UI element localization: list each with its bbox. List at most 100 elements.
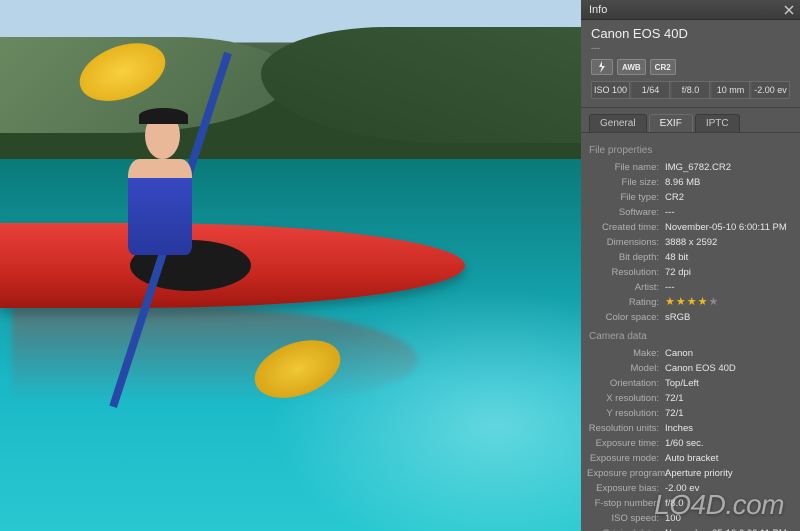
property-row: Y resolution:72/1 bbox=[587, 406, 794, 421]
shutter-value: 1/64 bbox=[632, 82, 670, 98]
panel-header: Canon EOS 40D --- AWB CR2 ISO 100 1/64 f… bbox=[581, 20, 800, 108]
property-value: Aperture priority bbox=[665, 468, 794, 479]
property-key: Exposure bias: bbox=[587, 483, 665, 494]
property-row: Orientation:Top/Left bbox=[587, 376, 794, 391]
property-row: X resolution:72/1 bbox=[587, 391, 794, 406]
section-camera-data: Camera data bbox=[589, 331, 794, 342]
info-panel: Info Canon EOS 40D --- AWB CR2 ISO 100 1… bbox=[581, 0, 800, 531]
property-value: --- bbox=[665, 282, 794, 293]
property-row: Bit depth:48 bit bbox=[587, 250, 794, 265]
tab-general[interactable]: General bbox=[589, 114, 647, 132]
property-key: Make: bbox=[587, 348, 665, 359]
ev-value: -2.00 ev bbox=[752, 82, 789, 98]
property-key: Dimensions: bbox=[587, 237, 665, 248]
property-key: File name: bbox=[587, 162, 665, 173]
property-value: -2.00 ev bbox=[665, 483, 794, 494]
format-badge: CR2 bbox=[650, 59, 676, 75]
paddle bbox=[29, 53, 436, 425]
property-row: Dimensions:3888 x 2592 bbox=[587, 235, 794, 250]
focal-value: 10 mm bbox=[712, 82, 750, 98]
image-viewport[interactable] bbox=[0, 0, 581, 531]
property-key: Resolution: bbox=[587, 267, 665, 278]
property-row: Created time:November-05-10 6:00:11 PM bbox=[587, 220, 794, 235]
exposure-summary: ISO 100 1/64 f/8.0 10 mm -2.00 ev bbox=[591, 81, 790, 99]
property-row: Exposure program:Aperture priority bbox=[587, 466, 794, 481]
property-key: Exposure mode: bbox=[587, 453, 665, 464]
star-icon[interactable]: ★ bbox=[676, 297, 686, 308]
property-row: Rating:★★★★★ bbox=[587, 295, 794, 310]
property-row: Exposure time:1/60 sec. bbox=[587, 436, 794, 451]
iso-value: ISO 100 bbox=[592, 82, 630, 98]
file-properties-list: File name:IMG_6782.CR2File size:8.96 MBF… bbox=[587, 160, 794, 325]
property-key: Color space: bbox=[587, 312, 665, 323]
property-key: Artist: bbox=[587, 282, 665, 293]
property-key: Rating: bbox=[587, 297, 665, 308]
property-value: ★★★★★ bbox=[665, 297, 794, 308]
property-key: Model: bbox=[587, 363, 665, 374]
property-value: Canon EOS 40D bbox=[665, 363, 794, 374]
property-row: F-stop number:f/8.0 bbox=[587, 496, 794, 511]
property-row: Color space:sRGB bbox=[587, 310, 794, 325]
property-value: f/8.0 bbox=[665, 498, 794, 509]
property-key: Created time: bbox=[587, 222, 665, 233]
property-value: 72/1 bbox=[665, 408, 794, 419]
properties-scroll[interactable]: File properties File name:IMG_6782.CR2Fi… bbox=[581, 133, 800, 531]
property-row: Exposure bias:-2.00 ev bbox=[587, 481, 794, 496]
camera-model-title: Canon EOS 40D bbox=[591, 26, 790, 41]
property-row: Resolution:72 dpi bbox=[587, 265, 794, 280]
property-key: Y resolution: bbox=[587, 408, 665, 419]
property-row: Original date:November-05-10 6:00:11 PM bbox=[587, 526, 794, 531]
property-row: Exposure mode:Auto bracket bbox=[587, 451, 794, 466]
camera-subline: --- bbox=[591, 43, 790, 53]
star-icon[interactable]: ★ bbox=[698, 297, 708, 308]
property-value: sRGB bbox=[665, 312, 794, 323]
property-key: Orientation: bbox=[587, 378, 665, 389]
star-icon[interactable]: ★ bbox=[709, 297, 719, 308]
panel-title: Info bbox=[589, 4, 607, 16]
property-row: Make:Canon bbox=[587, 346, 794, 361]
camera-data-list: Make:CanonModel:Canon EOS 40DOrientation… bbox=[587, 346, 794, 531]
property-row: Software:--- bbox=[587, 205, 794, 220]
flash-icon bbox=[591, 59, 613, 75]
property-row: File size:8.96 MB bbox=[587, 175, 794, 190]
tabs-bar: General EXIF IPTC bbox=[581, 108, 800, 133]
aperture-value: f/8.0 bbox=[672, 82, 710, 98]
property-row: Model:Canon EOS 40D bbox=[587, 361, 794, 376]
property-key: File size: bbox=[587, 177, 665, 188]
panel-titlebar[interactable]: Info bbox=[581, 0, 800, 20]
badge-row: AWB CR2 bbox=[591, 59, 790, 75]
kayaker bbox=[105, 96, 221, 255]
property-value: 72 dpi bbox=[665, 267, 794, 278]
property-key: ISO speed: bbox=[587, 513, 665, 524]
property-value: Top/Left bbox=[665, 378, 794, 389]
close-icon[interactable] bbox=[782, 3, 796, 17]
property-value: Auto bracket bbox=[665, 453, 794, 464]
property-value: 100 bbox=[665, 513, 794, 524]
property-key: Resolution units: bbox=[587, 423, 665, 434]
property-value: 8.96 MB bbox=[665, 177, 794, 188]
property-key: Software: bbox=[587, 207, 665, 218]
property-value: 1/60 sec. bbox=[665, 438, 794, 449]
property-key: Exposure program: bbox=[587, 468, 665, 479]
property-value: 72/1 bbox=[665, 393, 794, 404]
property-key: Exposure time: bbox=[587, 438, 665, 449]
property-row: File type:CR2 bbox=[587, 190, 794, 205]
property-value: 48 bit bbox=[665, 252, 794, 263]
property-value: --- bbox=[665, 207, 794, 218]
property-key: X resolution: bbox=[587, 393, 665, 404]
property-value: 3888 x 2592 bbox=[665, 237, 794, 248]
tab-exif[interactable]: EXIF bbox=[649, 114, 693, 132]
star-icon[interactable]: ★ bbox=[665, 297, 675, 308]
property-key: File type: bbox=[587, 192, 665, 203]
star-icon[interactable]: ★ bbox=[687, 297, 697, 308]
property-row: File name:IMG_6782.CR2 bbox=[587, 160, 794, 175]
property-value: IMG_6782.CR2 bbox=[665, 162, 794, 173]
property-value: CR2 bbox=[665, 192, 794, 203]
property-key: F-stop number: bbox=[587, 498, 665, 509]
section-file-properties: File properties bbox=[589, 145, 794, 156]
tab-iptc[interactable]: IPTC bbox=[695, 114, 740, 132]
property-row: Resolution units:Inches bbox=[587, 421, 794, 436]
property-value: Inches bbox=[665, 423, 794, 434]
rating-stars[interactable]: ★★★★★ bbox=[665, 297, 794, 308]
awb-badge: AWB bbox=[617, 59, 646, 75]
